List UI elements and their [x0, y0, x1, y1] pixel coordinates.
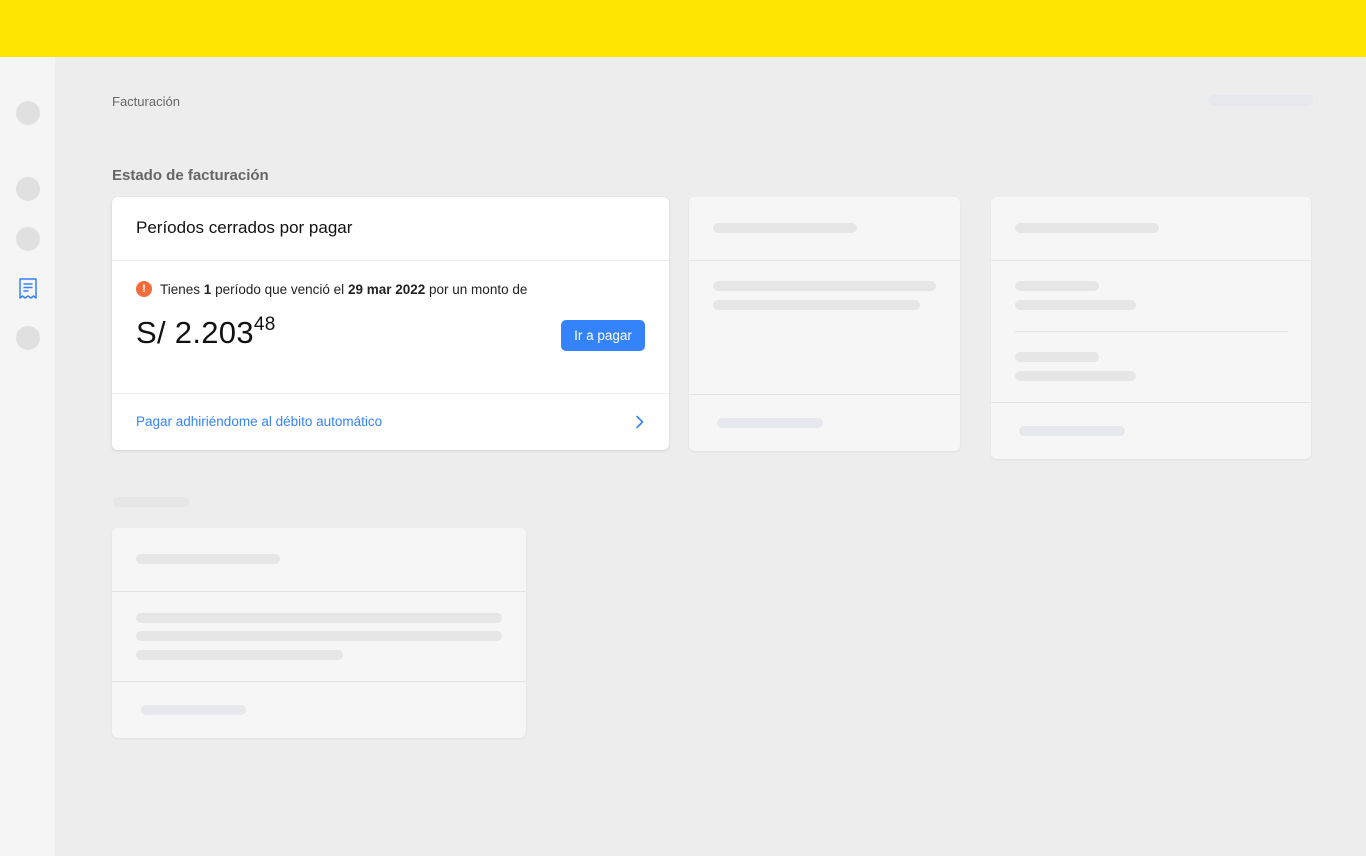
- sidebar: [0, 57, 55, 856]
- divider: [991, 402, 1311, 403]
- sidebar-item-placeholder-4[interactable]: [16, 326, 40, 350]
- pay-button[interactable]: Ir a pagar: [561, 320, 645, 351]
- top-navbar: [0, 0, 1366, 57]
- skeleton-line: [1015, 352, 1099, 362]
- due-notice: ! Tienes 1 período que venció el 29 mar …: [136, 281, 645, 297]
- sidebar-item-placeholder-3[interactable]: [16, 227, 40, 251]
- skeleton-line: [1015, 300, 1136, 310]
- notice-text: Tienes 1 período que venció el 29 mar 20…: [160, 281, 528, 297]
- divider: [689, 260, 960, 261]
- skeleton-line: [1015, 371, 1136, 381]
- divider: [991, 260, 1311, 261]
- skeleton-line: [713, 223, 857, 233]
- card-title: Períodos cerrados por pagar: [112, 197, 669, 261]
- section-title: Estado de facturación: [112, 167, 269, 184]
- autodebit-link-label: Pagar adhiriéndome al débito automático: [136, 414, 383, 429]
- skeleton-line: [713, 300, 920, 310]
- receipt-icon[interactable]: [18, 278, 38, 300]
- skeleton-line: [1015, 223, 1159, 233]
- skeleton-line: [713, 281, 936, 291]
- skeleton-line: [1019, 426, 1125, 436]
- divider: [689, 394, 960, 395]
- divider: [112, 681, 526, 682]
- amount-due: S/ 2.20348: [136, 313, 276, 350]
- header-action-placeholder: [1208, 95, 1313, 106]
- skeleton-line: [1015, 281, 1099, 291]
- loading-card-3: [112, 528, 526, 738]
- skeleton-line: [136, 631, 502, 641]
- divider: [112, 591, 526, 592]
- skeleton-line: [136, 613, 502, 623]
- breadcrumb: Facturación: [112, 94, 180, 109]
- warning-icon: !: [136, 281, 152, 297]
- skeleton-line: [717, 418, 823, 428]
- chevron-right-icon: [636, 415, 644, 428]
- skeleton-line: [136, 554, 280, 564]
- sidebar-item-placeholder-1[interactable]: [16, 101, 40, 125]
- card-body: ! Tienes 1 período que venció el 29 mar …: [112, 261, 669, 394]
- skeleton-line: [136, 650, 343, 660]
- loading-card-1: [689, 197, 960, 451]
- amount-cents: 48: [253, 313, 276, 335]
- closed-periods-card: Períodos cerrados por pagar ! Tienes 1 p…: [112, 197, 669, 450]
- sidebar-item-placeholder-2[interactable]: [16, 177, 40, 201]
- autodebit-link[interactable]: Pagar adhiriéndome al débito automático: [112, 394, 669, 449]
- skeleton-section-title: [113, 497, 189, 507]
- skeleton-line: [141, 705, 246, 715]
- divider: [1015, 331, 1288, 332]
- loading-card-2: [991, 197, 1311, 459]
